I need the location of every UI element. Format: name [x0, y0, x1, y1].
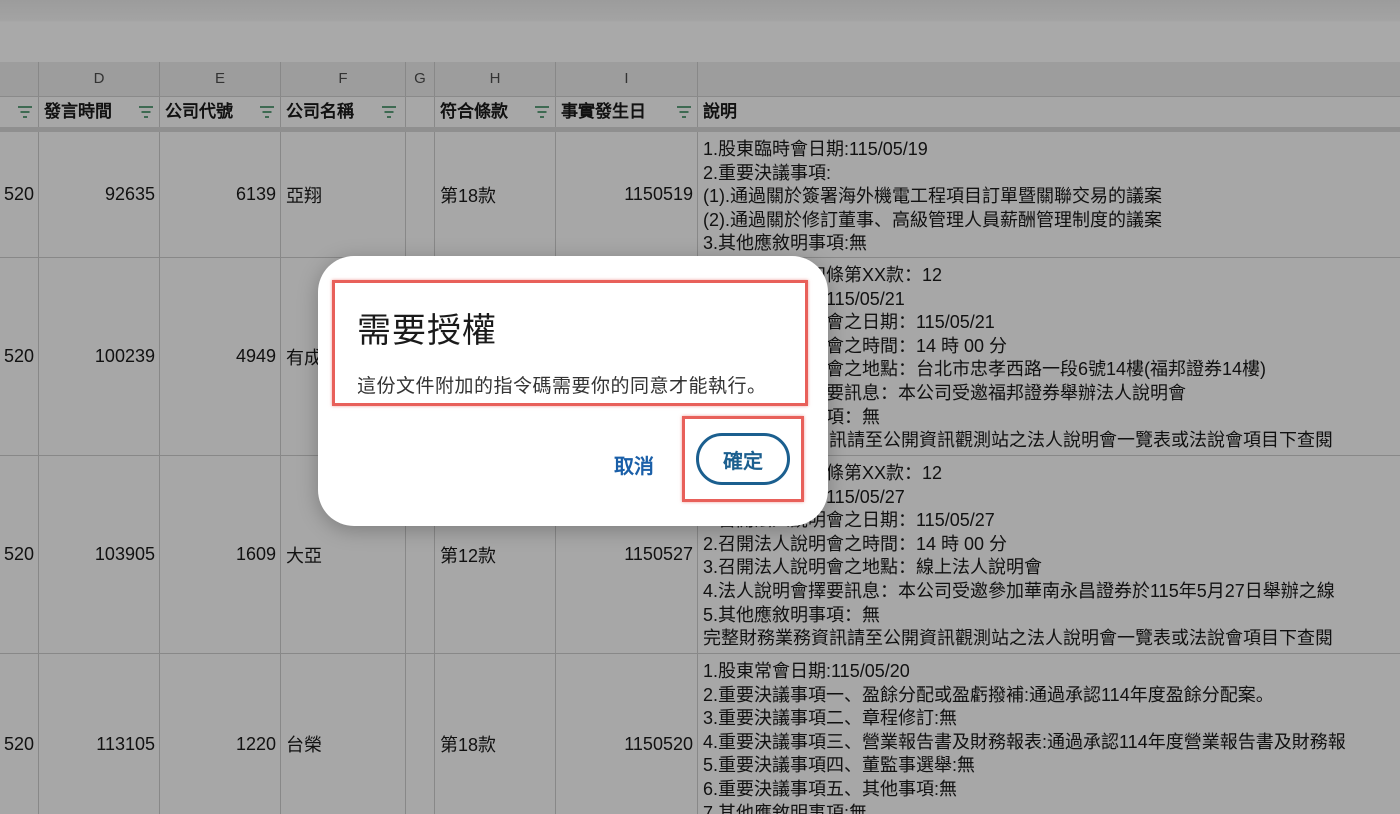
dialog-text-highlight: 需要授權 這份文件附加的指令碼需要你的同意才能執行。 — [332, 280, 808, 406]
confirm-button[interactable]: 確定 — [696, 433, 790, 485]
dialog-title: 需要授權 — [357, 312, 497, 350]
authorization-dialog: 需要授權 這份文件附加的指令碼需要你的同意才能執行。 取消 確定 — [318, 256, 828, 526]
cancel-button[interactable]: 取消 — [608, 446, 660, 483]
dialog-message: 這份文件附加的指令碼需要你的同意才能執行。 — [357, 376, 767, 397]
modal-overlay: 需要授權 這份文件附加的指令碼需要你的同意才能執行。 取消 確定 — [0, 0, 1400, 814]
